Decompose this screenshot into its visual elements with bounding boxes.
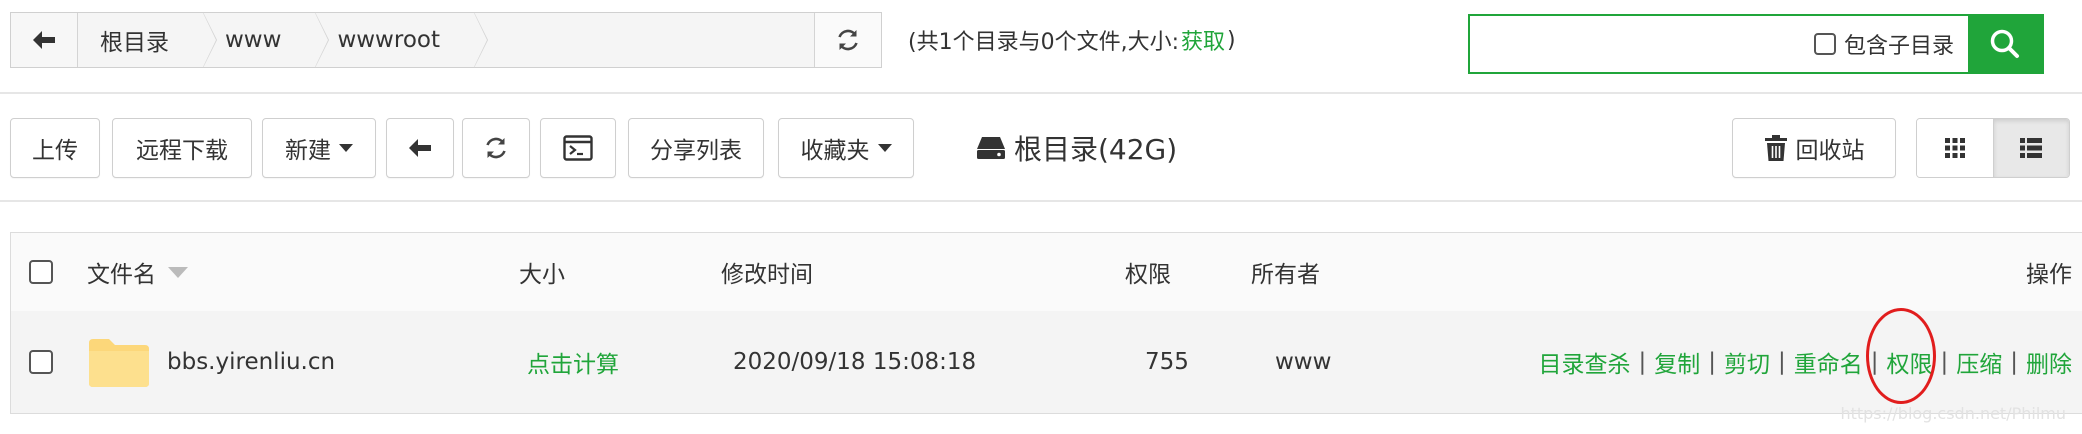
modified-time-value: 2020/09/18 15:08:18 <box>733 349 977 375</box>
remote-download-button[interactable]: 远程下载 <box>112 118 252 178</box>
path-refresh-button[interactable] <box>814 13 881 67</box>
list-view-button[interactable] <box>1992 119 2069 177</box>
new-dropdown-button[interactable]: 新建 <box>262 118 376 178</box>
recycle-bin-button[interactable]: 回收站 <box>1732 118 1896 178</box>
search-box: 包含子目录 <box>1468 14 2044 74</box>
upload-button[interactable]: 上传 <box>10 118 100 178</box>
summary-suffix: ) <box>1227 27 1236 53</box>
action-separator: | <box>2010 349 2018 375</box>
grid-view-icon <box>1944 138 1965 158</box>
breadcrumb-path-area[interactable] <box>473 13 814 67</box>
breadcrumb-label: wwwroot <box>337 27 440 53</box>
folder-icon <box>89 339 149 387</box>
breadcrumb-label: www <box>225 27 282 53</box>
action-separator: | <box>1708 349 1716 375</box>
watermark: https://blog.csdn.net/Philmu <box>1840 404 2066 423</box>
include-subdir-checkbox[interactable]: 包含子目录 <box>1813 16 1954 72</box>
new-label: 新建 <box>285 138 331 164</box>
row-actions: 目录查杀 | 复制 | 剪切 | 重命名 | 权限 | 压缩 | 删除 <box>1539 311 2073 413</box>
column-header-permission: 权限 <box>1125 233 1171 311</box>
view-toggle <box>1916 118 2070 178</box>
breadcrumb-item-www[interactable]: www <box>203 12 330 68</box>
action-separator: | <box>1940 349 1949 375</box>
search-icon <box>1990 29 2019 58</box>
header-label: 所有者 <box>1251 262 1320 288</box>
column-header-size: 大小 <box>519 233 565 311</box>
breadcrumb-label: 根目录 <box>100 30 169 56</box>
row-checkbox[interactable] <box>29 311 53 413</box>
header-label: 大小 <box>519 262 565 288</box>
list-view-icon <box>2020 138 2043 158</box>
fetch-size-link[interactable]: 获取 <box>1181 24 1225 56</box>
remote-download-label: 远程下载 <box>136 138 228 164</box>
size-link-label: 点击计算 <box>527 352 619 378</box>
breadcrumb-back-button[interactable] <box>11 13 78 67</box>
trash-icon <box>1764 135 1787 161</box>
include-subdir-label: 包含子目录 <box>1843 34 1954 59</box>
select-all-checkbox[interactable] <box>29 233 53 311</box>
action-separator: | <box>1638 349 1647 375</box>
refresh-icon <box>486 137 506 159</box>
checkbox[interactable] <box>29 350 53 374</box>
modified-time: 2020/09/18 15:08:18 <box>733 311 976 413</box>
directory-summary: (共1个目录与0个文件,大小: 获取 ) <box>908 22 1236 58</box>
permission-value: 755 <box>1145 311 1189 413</box>
summary-text: (共1个目录与0个文件,大小: <box>908 30 1179 55</box>
owner-value: www <box>1275 311 1331 413</box>
search-button[interactable] <box>1968 16 2042 72</box>
recycle-bin-label: 回收站 <box>1795 138 1865 164</box>
file-table: 文件名 大小 修改时间 权限 所有者 操作 bbs.yirenliu.cn 点击… <box>10 232 2082 414</box>
action-separator: | <box>1778 349 1786 375</box>
table-row[interactable]: bbs.yirenliu.cn 点击计算 2020/09/18 15:08:18… <box>11 311 2082 413</box>
chevron-down-icon <box>339 144 353 152</box>
action-scan-directory[interactable]: 目录查杀 <box>1539 345 1631 379</box>
file-name-cell[interactable]: bbs.yirenliu.cn <box>87 311 335 413</box>
sort-down-icon <box>168 266 188 278</box>
divider <box>0 200 2082 202</box>
arrow-left-icon <box>409 139 431 157</box>
terminal-icon <box>563 135 593 161</box>
permission-text: 755 <box>1145 349 1189 375</box>
column-header-name[interactable]: 文件名 <box>87 233 188 311</box>
hard-drive-icon <box>977 137 1005 159</box>
column-header-actions: 操作 <box>2026 233 2072 311</box>
action-delete[interactable]: 删除 <box>2026 345 2072 379</box>
upload-label: 上传 <box>32 138 78 164</box>
grid-view-button[interactable] <box>1917 119 1993 177</box>
header-label: 修改时间 <box>721 262 813 288</box>
disk-label: 根目录(42G) <box>1014 133 1178 166</box>
column-header-modified: 修改时间 <box>721 233 813 311</box>
share-list-button[interactable]: 分享列表 <box>628 118 764 178</box>
go-back-button[interactable] <box>386 118 454 178</box>
search-input[interactable] <box>1470 16 1814 72</box>
action-copy[interactable]: 复制 <box>1654 345 1700 379</box>
header-label: 权限 <box>1125 262 1171 288</box>
chevron-down-icon <box>877 144 892 152</box>
divider <box>0 92 2082 94</box>
column-header-owner: 所有者 <box>1251 233 1320 311</box>
breadcrumb-item-root[interactable]: 根目录 <box>78 12 217 68</box>
share-list-label: 分享列表 <box>650 138 742 164</box>
checkbox[interactable] <box>29 260 53 284</box>
breadcrumb-item-wwwroot[interactable]: wwwroot <box>315 12 488 68</box>
calculate-size-link[interactable]: 点击计算 <box>527 311 619 413</box>
breadcrumb: 根目录 www wwwroot <box>10 12 882 68</box>
checkbox[interactable] <box>1813 33 1836 55</box>
file-name[interactable]: bbs.yirenliu.cn <box>167 349 335 375</box>
action-rename[interactable]: 重命名 <box>1794 345 1863 379</box>
refresh-button[interactable] <box>462 118 530 178</box>
terminal-button[interactable] <box>540 118 616 178</box>
highlight-circle <box>1866 308 1936 404</box>
favorites-label: 收藏夹 <box>800 138 870 164</box>
owner-text: www <box>1275 349 1332 375</box>
favorites-dropdown-button[interactable]: 收藏夹 <box>778 118 914 178</box>
disk-info: 根目录(42G) <box>976 122 1177 174</box>
arrow-left-icon <box>33 31 55 49</box>
header-label: 文件名 <box>87 262 156 288</box>
refresh-icon <box>838 29 858 51</box>
action-compress[interactable]: 压缩 <box>1956 345 2002 379</box>
header-label: 操作 <box>2026 262 2072 288</box>
table-header: 文件名 大小 修改时间 权限 所有者 操作 <box>11 233 2082 312</box>
action-cut[interactable]: 剪切 <box>1724 345 1770 379</box>
